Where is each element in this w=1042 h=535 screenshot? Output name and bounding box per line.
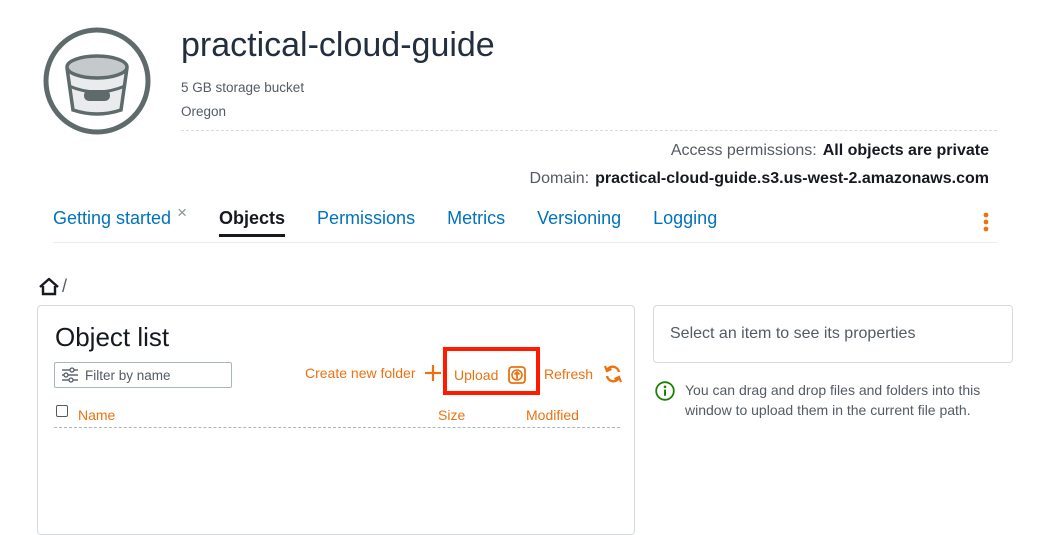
- upload-button[interactable]: Upload: [454, 366, 527, 384]
- filter-input[interactable]: [85, 367, 225, 383]
- list-header-divider: [54, 427, 620, 428]
- refresh-label: Refresh: [544, 366, 594, 382]
- breadcrumb-separator: /: [62, 276, 68, 296]
- tab-bar: Getting started × Objects Permissions Met…: [53, 203, 749, 237]
- access-permissions-label: Access permissions:: [670, 142, 817, 159]
- domain-value: practical-cloud-guide.s3.us-west-2.amazo…: [595, 170, 989, 187]
- tab-permissions[interactable]: Permissions: [317, 208, 415, 237]
- bucket-region: Oregon: [181, 104, 227, 119]
- refresh-button[interactable]: Refresh: [544, 364, 623, 384]
- tab-label: Getting started: [53, 208, 172, 228]
- bucket-name: practical-cloud-guide: [181, 26, 495, 64]
- tab-objects[interactable]: Objects: [219, 208, 286, 237]
- column-header-modified[interactable]: Modified: [526, 407, 579, 423]
- home-icon[interactable]: [38, 277, 60, 297]
- upload-icon: [508, 366, 527, 384]
- tab-metrics[interactable]: Metrics: [447, 208, 505, 237]
- domain-label: Domain:: [529, 170, 590, 187]
- refresh-icon: [604, 365, 623, 383]
- drag-drop-info: You can drag and drop files and folders …: [685, 382, 981, 418]
- upload-label: Upload: [454, 367, 499, 383]
- plus-icon: [424, 365, 441, 381]
- access-permissions-value: All objects are private: [822, 142, 989, 159]
- create-folder-label: Create new folder: [305, 365, 416, 381]
- bucket-description: 5 GB storage bucket: [181, 80, 305, 95]
- bucket-icon: [43, 27, 151, 135]
- tab-versioning[interactable]: Versioning: [537, 208, 621, 237]
- create-folder-button[interactable]: Create new folder: [305, 364, 442, 382]
- breadcrumb: /: [38, 276, 67, 297]
- column-header-name[interactable]: Name: [78, 407, 115, 423]
- access-permissions: Access permissions: All objects are priva…: [671, 142, 989, 160]
- object-list-title: Object list: [55, 322, 170, 352]
- filter-field[interactable]: [54, 362, 232, 388]
- header-divider: [181, 130, 997, 131]
- column-header-size[interactable]: Size: [438, 407, 465, 423]
- bucket-domain: Domain: practical-cloud-guide.s3.us-west-…: [530, 170, 989, 188]
- more-vertical-icon[interactable]: [981, 211, 991, 233]
- tabs-divider: [53, 242, 997, 243]
- tab-getting-started[interactable]: Getting started ×: [53, 203, 187, 237]
- filter-icon: [62, 367, 78, 383]
- info-icon: [655, 381, 675, 401]
- select-all-checkbox[interactable]: [56, 405, 68, 417]
- close-icon[interactable]: ×: [177, 203, 187, 222]
- tab-logging[interactable]: Logging: [653, 208, 717, 237]
- properties-placeholder: Select an item to see its properties: [670, 325, 916, 342]
